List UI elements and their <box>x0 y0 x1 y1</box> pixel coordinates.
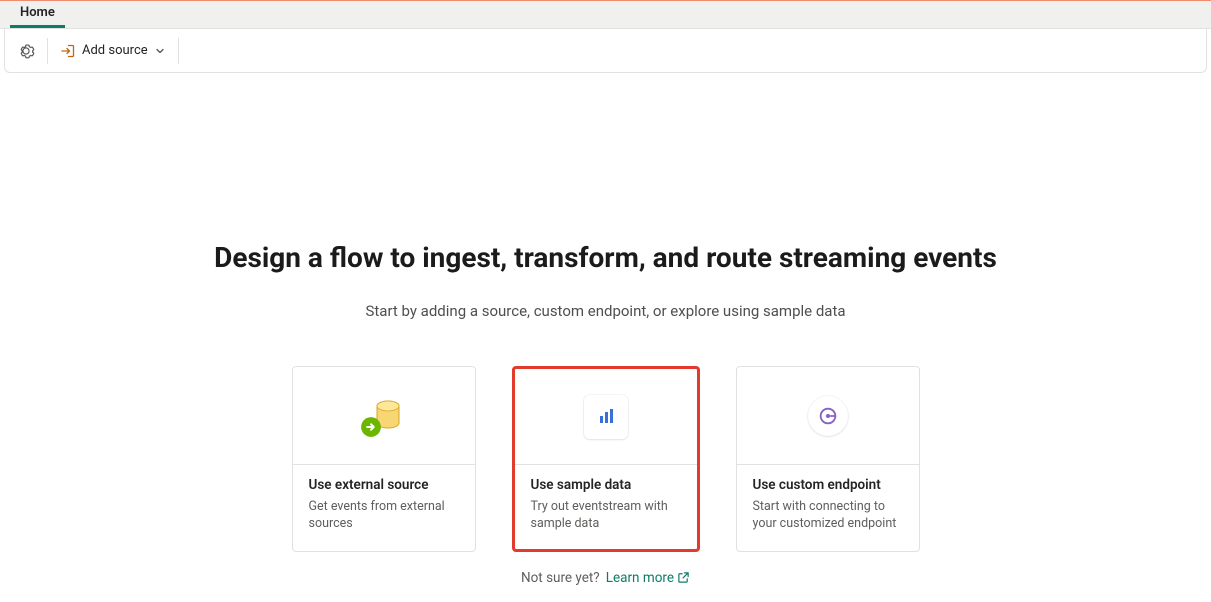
card-body: Use custom endpoint Start with connectin… <box>737 465 919 549</box>
hero-section: Design a flow to ingest, transform, and … <box>0 73 1211 586</box>
card-icon-area <box>515 369 697 465</box>
external-source-icon <box>360 392 408 440</box>
page-title: Design a flow to ingest, transform, and … <box>214 241 997 274</box>
option-cards-row: Use external source Get events from exte… <box>292 366 920 552</box>
card-external-source[interactable]: Use external source Get events from exte… <box>292 366 476 552</box>
card-description: Get events from external sources <box>309 499 459 533</box>
card-sample-data[interactable]: Use sample data Try out eventstream with… <box>512 366 700 552</box>
ribbon-tab-strip: Home <box>0 1 1211 29</box>
toolbar-separator <box>178 38 179 64</box>
card-description: Start with connecting to your customized… <box>753 499 903 533</box>
learn-more-link[interactable]: Learn more <box>606 570 690 586</box>
external-link-icon <box>677 571 690 584</box>
card-icon-area <box>293 367 475 465</box>
toolbar: Add source <box>4 29 1207 73</box>
card-description: Try out eventstream with sample data <box>531 499 681 533</box>
tab-home[interactable]: Home <box>10 0 65 28</box>
card-icon-area <box>737 367 919 465</box>
card-custom-endpoint[interactable]: Use custom endpoint Start with connectin… <box>736 366 920 552</box>
custom-endpoint-icon <box>808 396 848 436</box>
gear-icon <box>17 42 35 60</box>
add-source-label: Add source <box>82 43 148 58</box>
card-body: Use external source Get events from exte… <box>293 465 475 549</box>
sample-data-icon <box>584 395 628 439</box>
page-subtitle: Start by adding a source, custom endpoin… <box>365 302 845 320</box>
footer-help: Not sure yet? Learn more <box>521 570 690 586</box>
toolbar-separator <box>47 38 48 64</box>
card-title: Use custom endpoint <box>753 477 903 493</box>
settings-button[interactable] <box>9 35 43 67</box>
chevron-down-icon <box>154 45 166 57</box>
add-source-button[interactable]: Add source <box>52 35 174 67</box>
card-title: Use sample data <box>531 477 681 493</box>
not-sure-text: Not sure yet? <box>521 570 600 586</box>
card-title: Use external source <box>309 477 459 493</box>
card-body: Use sample data Try out eventstream with… <box>515 465 697 549</box>
enter-arrow-icon <box>60 43 76 59</box>
learn-more-label: Learn more <box>606 570 674 586</box>
